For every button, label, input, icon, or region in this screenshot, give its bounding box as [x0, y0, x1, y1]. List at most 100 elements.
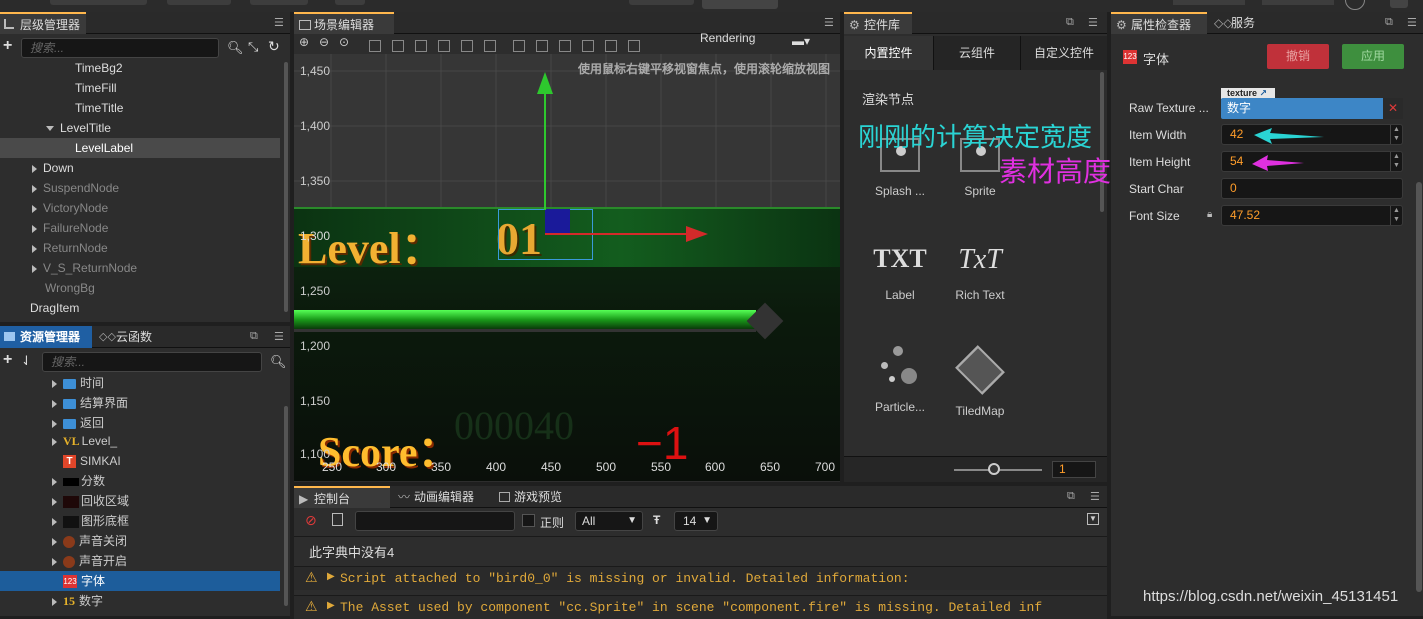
tree-item[interactable]: VictoryNode — [32, 198, 108, 218]
panel-menu-icon[interactable]: ☰ — [824, 16, 834, 29]
tree-item[interactable]: ReturnNode — [32, 238, 108, 258]
regex-checkbox[interactable] — [522, 514, 535, 527]
tree-item[interactable]: FailureNode — [32, 218, 108, 238]
library-item-particle[interactable]: Particle... — [865, 346, 935, 414]
collapsed-arrow-icon[interactable] — [32, 224, 37, 233]
zoom-in-icon[interactable]: ⊕ — [299, 35, 309, 49]
toolbar-button[interactable] — [629, 0, 694, 5]
tab-library[interactable]: ⚙ 控件库 — [844, 12, 912, 34]
raw-texture-field[interactable]: 数字 ✕ — [1221, 98, 1403, 119]
zoom-reset-icon[interactable]: ⊙ — [339, 35, 349, 49]
zoom-out-icon[interactable]: ⊖ — [319, 35, 329, 49]
tab-custom[interactable]: 自定义控件 — [1020, 36, 1107, 70]
collapse-icon[interactable]: ▼ — [1087, 513, 1099, 525]
expanded-arrow-icon[interactable] — [46, 126, 54, 132]
tree-item[interactable]: WrongBg — [45, 278, 95, 298]
font-size-select[interactable]: 14 ▼ — [674, 511, 718, 531]
hierarchy-search-input[interactable]: 搜索... — [21, 38, 219, 58]
collapsed-arrow-icon[interactable] — [32, 264, 37, 273]
link-icon[interactable]: ↗ — [1257, 88, 1268, 98]
collapsed-arrow-icon[interactable] — [32, 164, 37, 173]
asset-item[interactable]: 15 数字 — [52, 591, 103, 611]
align-buttons[interactable] — [369, 38, 651, 52]
panel-menu-icon[interactable]: ☰ — [274, 330, 284, 343]
asset-item[interactable]: 分数 — [52, 471, 105, 491]
y-arrow-icon[interactable] — [537, 72, 553, 94]
clear-icon[interactable]: ⊘ — [305, 512, 317, 529]
console-filter-input[interactable] — [355, 511, 515, 531]
distribute-icon[interactable] — [536, 39, 548, 52]
pop-out-icon[interactable]: ⧉ — [250, 330, 258, 343]
collapsed-arrow-icon[interactable] — [32, 184, 37, 193]
pop-out-icon[interactable]: ⧉ — [1385, 16, 1393, 29]
toolbar-button[interactable] — [335, 0, 365, 5]
tree-item[interactable]: TimeFill — [75, 78, 117, 98]
x-arrow-icon[interactable] — [686, 226, 708, 242]
asset-folder[interactable]: 结算界面 — [52, 393, 128, 413]
add-icon[interactable]: + — [3, 351, 12, 369]
align-left-icon[interactable] — [369, 39, 381, 52]
scrollbar[interactable] — [284, 406, 288, 606]
pop-out-icon[interactable]: ⧉ — [1067, 490, 1075, 503]
font-size-input[interactable]: 47.52 ▲ ▼ — [1221, 205, 1403, 226]
tab-inspector[interactable]: ⚙ 属性检查器 — [1111, 12, 1207, 34]
tab-animation[interactable]: 〰 动画编辑器 — [394, 486, 490, 508]
toolbar-button[interactable] — [1173, 0, 1245, 5]
asset-item[interactable]: 图形底框 — [52, 511, 129, 531]
stepper-icon[interactable]: ▲ ▼ — [1390, 152, 1402, 171]
tree-item[interactable]: SuspendNode — [32, 178, 119, 198]
align-bottom-icon[interactable] — [484, 39, 496, 52]
lock-icon[interactable]: 🔒︎ — [1207, 209, 1212, 220]
toolbar-button[interactable] — [702, 0, 778, 9]
apply-button[interactable]: 应用 — [1342, 44, 1404, 69]
tab-scene[interactable]: 场景编辑器 — [294, 12, 394, 34]
tab-console[interactable]: ▶ 控制台 — [294, 486, 390, 508]
toolbar-button[interactable] — [250, 0, 308, 5]
x-axis-gizmo[interactable] — [545, 233, 687, 235]
align-top-icon[interactable] — [438, 39, 450, 52]
scene-viewport[interactable]: Level： 01 000040 Score： −1 使用鼠标右键平移视窗焦点，… — [294, 54, 840, 481]
distribute-icon[interactable] — [513, 39, 525, 52]
expand-arrow-icon[interactable]: ▶ — [327, 600, 335, 611]
panel-menu-icon[interactable]: ☰ — [1090, 490, 1100, 503]
rendering-dropdown[interactable]: Rendering — [700, 31, 755, 45]
refresh-icon[interactable]: ↻ — [268, 38, 280, 55]
search-icon[interactable]: 🔍︎ — [270, 354, 287, 370]
distribute-icon[interactable] — [582, 39, 594, 52]
revert-button[interactable]: 撤销 — [1267, 44, 1329, 69]
panel-menu-icon[interactable]: ☰ — [1407, 16, 1417, 29]
asset-item-selected[interactable]: 123 字体 — [0, 571, 280, 591]
tab-cloud-function[interactable]: ◇◇ 云函数 — [96, 326, 176, 348]
scrollbar[interactable] — [1100, 72, 1104, 212]
tab-hierarchy[interactable]: 层级管理器 — [0, 12, 86, 34]
zoom-input[interactable]: 1 — [1052, 461, 1096, 478]
tree-item[interactable]: V_S_ReturnNode — [32, 258, 137, 278]
asset-item[interactable]: 声音关闭 — [52, 531, 127, 551]
collapse-icon[interactable]: ⤡ — [248, 39, 258, 55]
tree-item-selected[interactable]: LevelLabel — [0, 138, 280, 158]
library-item-tiledmap[interactable]: TiledMap — [945, 345, 1015, 418]
distribute-icon[interactable] — [559, 39, 571, 52]
close-icon[interactable]: ✕ — [1383, 98, 1403, 119]
collapsed-arrow-icon[interactable] — [32, 244, 37, 253]
align-right-icon[interactable] — [415, 39, 427, 52]
panel-menu-icon[interactable]: ☰ — [1088, 16, 1098, 29]
pop-out-icon[interactable]: ⧉ — [1066, 16, 1074, 29]
toolbar-button[interactable] — [1262, 0, 1334, 5]
search-icon[interactable]: 🔍︎ — [227, 40, 244, 56]
asset-item[interactable]: VL Level_ — [52, 431, 117, 451]
tree-item[interactable]: Down — [32, 158, 74, 178]
asset-folder[interactable]: 返回 — [52, 413, 104, 433]
avatar[interactable] — [1345, 0, 1365, 10]
library-item-label[interactable]: TXT Label — [865, 244, 935, 302]
panel-menu-icon[interactable]: ☰ — [274, 16, 284, 29]
sort-icon[interactable]: ⇃ — [21, 353, 32, 369]
tab-cloud-components[interactable]: 云组件 — [933, 36, 1020, 70]
toolbar-button[interactable] — [167, 0, 231, 5]
stepper-icon[interactable]: ▲ ▼ — [1390, 206, 1402, 225]
tab-services[interactable]: ◇◇ 服务 — [1211, 12, 1283, 34]
asset-item[interactable]: T SIMKAI — [63, 451, 121, 471]
anchor-handle[interactable] — [545, 209, 570, 233]
tab-builtin[interactable]: 内置控件 — [844, 36, 933, 70]
log-file-icon[interactable] — [332, 513, 343, 526]
